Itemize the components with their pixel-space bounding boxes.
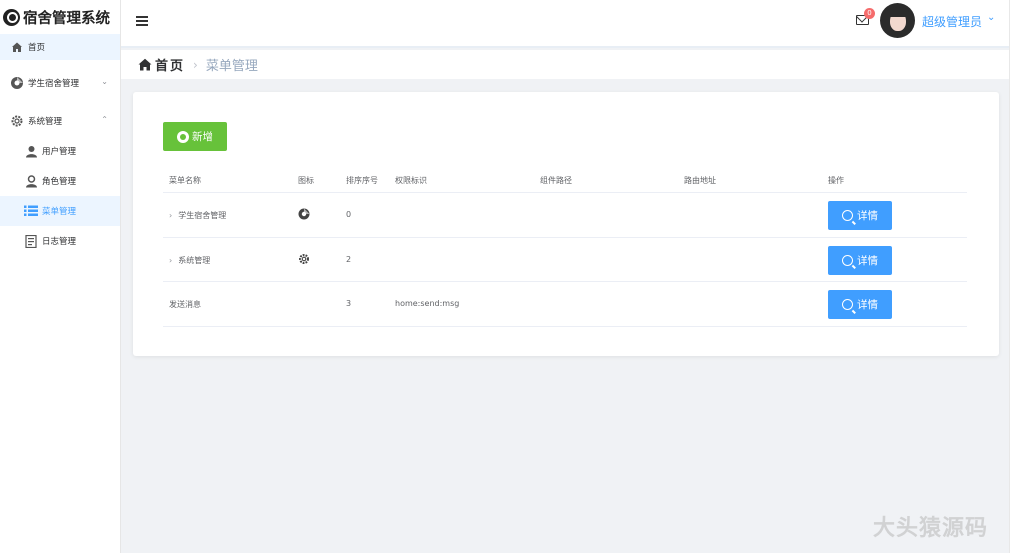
- sidebar-item-label: 首页: [28, 43, 46, 53]
- user-name[interactable]: 超级管理员: [922, 13, 982, 30]
- message-badge: 0: [864, 8, 875, 19]
- row-order: 0: [346, 210, 352, 219]
- menu-table-card: 新增 菜单名称 图标 排序序号 权限标识 组件路径 路由地址 操作 › 学生宿舍管…: [133, 92, 999, 356]
- row-perm: home:send:msg: [395, 299, 460, 308]
- gear-icon: [298, 253, 310, 265]
- role-icon: [24, 174, 38, 188]
- logo-icon: [3, 8, 20, 26]
- table-row: › 学生宿舍管理 0 详情: [163, 193, 967, 238]
- column-header: 操作: [828, 176, 844, 185]
- chevron-up-icon: ⌃: [101, 115, 108, 124]
- sidebar-item-label: 系统管理: [28, 117, 63, 127]
- avatar[interactable]: [880, 3, 915, 38]
- app-brand: 宿舍管理系统: [0, 0, 120, 34]
- log-icon: [24, 234, 38, 248]
- sidebar-item-system[interactable]: 系统管理 ⌃: [0, 106, 120, 136]
- breadcrumb-separator: ›: [193, 57, 198, 72]
- user-icon: [24, 144, 38, 158]
- table-row: › 系统管理 2 详情: [163, 238, 967, 282]
- table-header: 菜单名称 图标 排序序号 权限标识 组件路径 路由地址 操作: [163, 166, 967, 193]
- column-header: 图标: [298, 176, 314, 185]
- right-scroll-strip: [1009, 0, 1024, 553]
- chevron-down-icon: ⌄: [101, 77, 108, 86]
- sidebar-item-label: 菜单管理: [42, 207, 77, 217]
- menu-list-icon: [24, 204, 38, 218]
- dorm-icon: [10, 76, 24, 90]
- sidebar-item-label: 用户管理: [42, 147, 77, 157]
- top-header: 0 超级管理员 ⌄: [121, 0, 1009, 48]
- breadcrumb-current: 菜单管理: [205, 59, 258, 74]
- table-row: 发送消息 3 home:send:msg 详情: [163, 282, 967, 327]
- app-title: 宿舍管理系统: [23, 10, 110, 27]
- watermark: 大头猿源码: [873, 516, 989, 541]
- row-order: 3: [346, 299, 352, 308]
- sidebar-item-roles[interactable]: 角色管理: [0, 166, 120, 196]
- detail-button[interactable]: 详情: [828, 290, 892, 319]
- dorm-icon: [298, 208, 310, 220]
- add-icon: [177, 130, 189, 143]
- home-icon: [138, 58, 152, 71]
- detail-button[interactable]: 详情: [828, 245, 892, 275]
- sidebar-item-label: 日志管理: [42, 237, 77, 247]
- column-header: 路由地址: [684, 176, 716, 185]
- expand-icon[interactable]: ›: [169, 256, 172, 265]
- expand-icon[interactable]: ›: [169, 211, 172, 220]
- sidebar-item-dorm[interactable]: 学生宿舍管理 ⌄: [0, 68, 120, 98]
- column-header: 排序序号: [346, 176, 378, 185]
- collapse-menu-icon[interactable]: [136, 16, 148, 26]
- sidebar-item-users[interactable]: 用户管理: [0, 136, 120, 166]
- row-name: 发送消息: [169, 300, 201, 309]
- breadcrumb-home[interactable]: 首页: [155, 55, 185, 74]
- menu-table: 菜单名称 图标 排序序号 权限标识 组件路径 路由地址 操作 › 学生宿舍管理 0…: [163, 166, 967, 327]
- chevron-down-icon[interactable]: ⌄: [987, 12, 995, 23]
- row-name: 系统管理: [178, 255, 211, 265]
- add-button[interactable]: 新增: [163, 122, 227, 151]
- breadcrumb: 首页 › 菜单管理: [121, 50, 1009, 79]
- row-order: 2: [346, 254, 352, 264]
- sidebar-item-label: 角色管理: [42, 177, 77, 187]
- sidebar-item-menus[interactable]: 菜单管理: [0, 196, 120, 226]
- row-name: 学生宿舍管理: [178, 211, 227, 220]
- search-icon: [842, 210, 853, 221]
- sidebar-item-label: 学生宿舍管理: [28, 79, 80, 89]
- column-header: 权限标识: [395, 176, 427, 185]
- sidebar-item-logs[interactable]: 日志管理: [0, 226, 120, 256]
- search-icon: [842, 254, 853, 266]
- column-header: 菜单名称: [169, 176, 201, 185]
- sidebar: 宿舍管理系统 首页 学生宿舍管理 ⌄ 系统管理 ⌃ 用户管理 角色管理 菜单管理…: [0, 0, 121, 553]
- gear-icon: [10, 114, 24, 128]
- detail-button[interactable]: 详情: [828, 201, 892, 230]
- sidebar-item-home[interactable]: 首页: [0, 34, 120, 60]
- search-icon: [842, 299, 853, 310]
- column-header: 组件路径: [540, 176, 572, 185]
- home-icon: [10, 40, 24, 54]
